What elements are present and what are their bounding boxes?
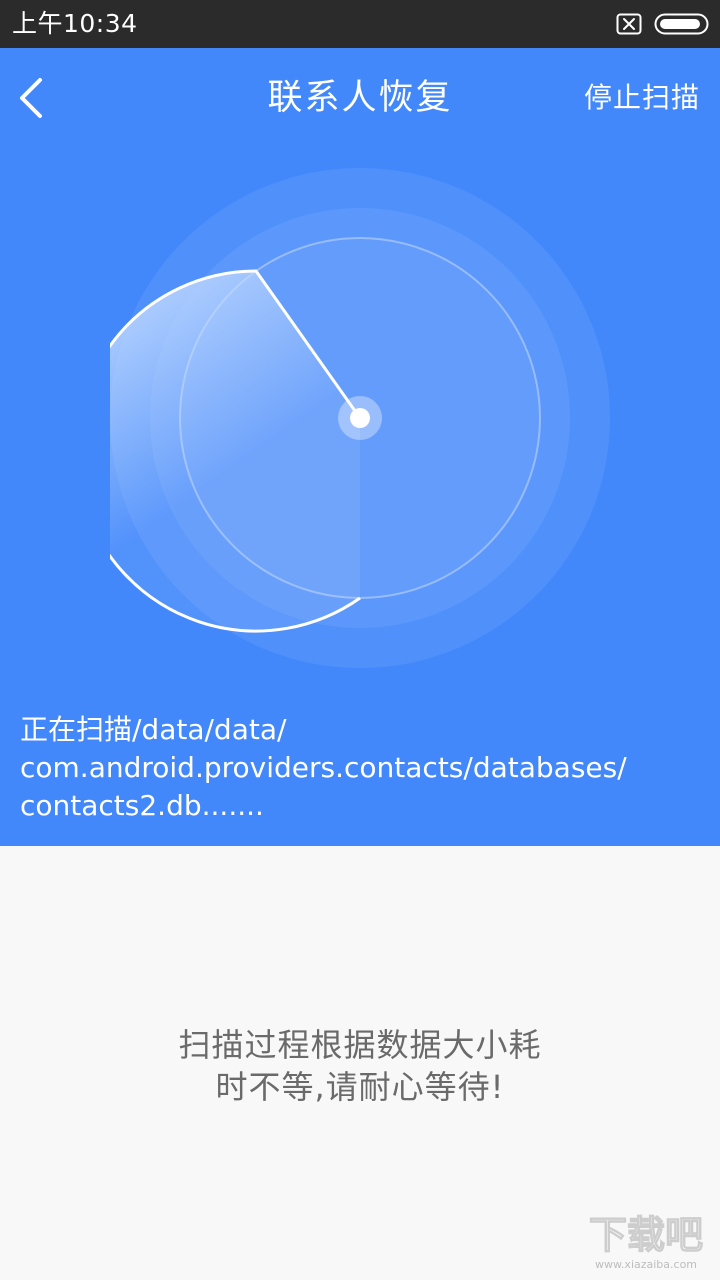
scan-path-line: contacts2.db....... xyxy=(20,789,264,822)
chevron-left-icon xyxy=(20,78,42,118)
status-bar: 上午10:34 xyxy=(0,0,720,48)
back-button[interactable] xyxy=(10,72,54,124)
scan-path-line: 正在扫描/data/data/ xyxy=(20,713,287,746)
notification-x-icon xyxy=(616,13,642,35)
wait-hint: 扫描过程根据数据大小耗 时不等,请耐心等待! xyxy=(60,1024,660,1108)
radar-scan-animation xyxy=(110,168,610,668)
svg-text:www.xiazaiba.com: www.xiazaiba.com xyxy=(595,1258,697,1271)
scan-path-line: com.android.providers.contacts/databases… xyxy=(20,751,627,784)
radar-center-dot xyxy=(350,408,370,428)
stop-scan-button[interactable]: 停止扫描 xyxy=(584,78,700,118)
scan-header-panel: 联系人恢复 停止扫描 正在扫描/data/data/ com.android.p… xyxy=(0,48,720,846)
page-title: 联系人恢复 xyxy=(267,78,453,118)
xiazaiba-watermark-logo: 下载吧 www.xiazaiba.com xyxy=(588,1212,703,1271)
status-time: 上午10:34 xyxy=(12,9,138,38)
wait-hint-line: 时不等,请耐心等待! xyxy=(215,1068,505,1106)
battery-icon xyxy=(654,13,709,35)
wait-hint-line: 扫描过程根据数据大小耗 xyxy=(178,1026,542,1064)
scan-path-text: 正在扫描/data/data/ com.android.providers.co… xyxy=(20,711,700,825)
svg-text:下载吧: 下载吧 xyxy=(589,1213,703,1257)
